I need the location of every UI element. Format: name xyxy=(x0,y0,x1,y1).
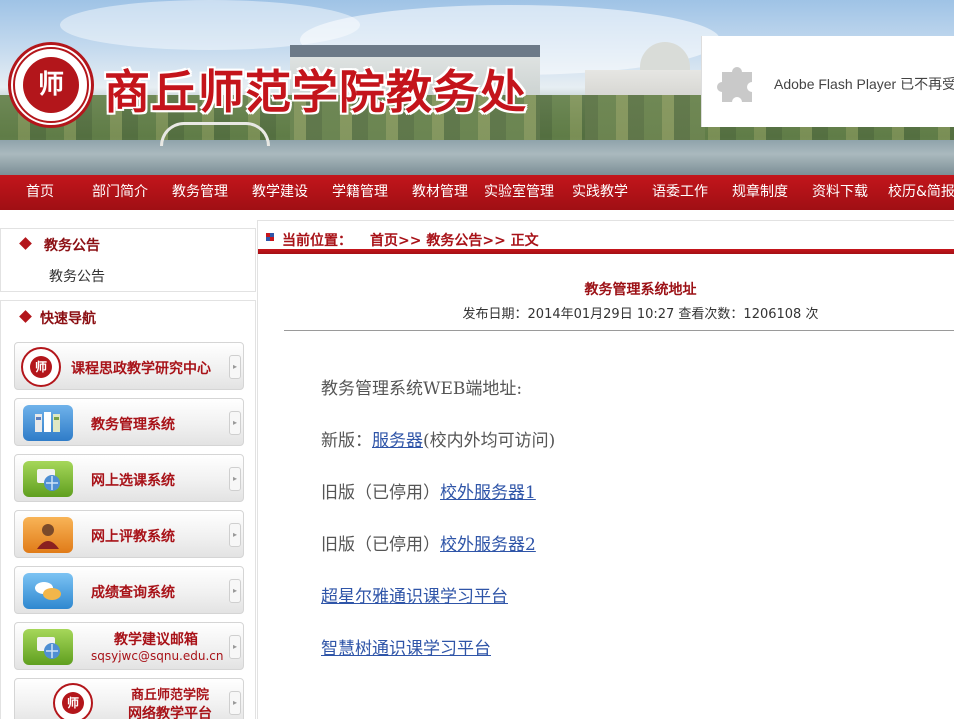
chevron-right-icon: ▸ xyxy=(229,467,241,491)
grid-icon xyxy=(266,233,274,241)
quick-link-suggestion-mailbox[interactable]: 教学建议邮箱 sqsyjwc@sqnu.edu.cn ▸ xyxy=(14,622,244,670)
chevron-right-icon: ▸ xyxy=(229,411,241,435)
article-title: 教务管理系统地址 xyxy=(584,282,697,298)
page: 师 商丘师范学院教务处 Adobe Flash Player 已不再受支持 首页… xyxy=(0,0,954,719)
school-seal-icon: 师 xyxy=(21,347,61,387)
breadcrumb-label: 当前位置： xyxy=(282,233,352,249)
sidebar: 教务公告 教务公告 快速导航 师 课程思政教学研究中心 ▸ 教务管理系统 ▸ 网… xyxy=(0,228,256,719)
breadcrumb: 当前位置： 首页>> 教务公告>> 正文 xyxy=(257,220,954,255)
quick-link-online-teaching-platform[interactable]: 师 商丘师范学院 网络教学平台 ▸ xyxy=(14,678,244,719)
quick-link-label: 教学建议邮箱 xyxy=(114,632,198,648)
quick-link-academic-system[interactable]: 教务管理系统 ▸ xyxy=(14,398,244,446)
nav-item-practice[interactable]: 实践教学 xyxy=(572,175,628,210)
nav-item-academic-affairs[interactable]: 教务管理 xyxy=(172,175,228,210)
nav-item-student-status[interactable]: 学籍管理 xyxy=(332,175,388,210)
notice-panel-title: 教务公告 xyxy=(19,235,100,255)
person-icon xyxy=(23,517,73,553)
chevron-right-icon: ▸ xyxy=(229,691,241,715)
school-logo[interactable]: 师 xyxy=(8,42,94,128)
quick-nav-panel: 快速导航 师 课程思政教学研究中心 ▸ 教务管理系统 ▸ 网上选课系统 ▸ 网上… xyxy=(0,300,256,719)
article-meta: 发布日期：2014年01月29日 10:27 查看次数：1206108 次 xyxy=(462,307,819,322)
chevron-right-icon: ▸ xyxy=(229,579,241,603)
quick-link-grade-query[interactable]: 成绩查询系统 ▸ xyxy=(14,566,244,614)
article-line-old-version-1: 旧版（已停用）校外服务器1 xyxy=(321,483,536,503)
quick-link-label: 商丘师范学院 xyxy=(130,688,209,703)
nav-item-teaching-construction[interactable]: 教学建设 xyxy=(252,175,308,210)
new-server-link[interactable]: 服务器 xyxy=(372,431,423,451)
flash-blocked-notice[interactable]: Adobe Flash Player 已不再受支持 xyxy=(701,36,954,127)
quick-nav-title: 快速导航 xyxy=(19,308,96,328)
flash-notice-text: Adobe Flash Player 已不再受支持 xyxy=(774,76,954,92)
breadcrumb-path[interactable]: 首页>> 教务公告>> 正文 xyxy=(370,230,539,250)
chat-icon xyxy=(23,573,73,609)
quick-link-label: 教务管理系统 xyxy=(91,417,175,433)
quick-link-course-selection[interactable]: 网上选课系统 ▸ xyxy=(14,454,244,502)
chevron-right-icon: ▸ xyxy=(229,523,241,547)
quick-link-email: sqsyjwc@sqnu.edu.cn xyxy=(91,649,224,663)
external-server-2-link[interactable]: 校外服务器2 xyxy=(440,535,536,555)
article-line-zhihuishu: 智慧树通识课学习平台 xyxy=(321,634,491,659)
banner-bridge xyxy=(160,122,270,146)
quick-link-label: 课程思政教学研究中心 xyxy=(71,361,211,377)
globe-icon xyxy=(23,461,73,497)
main-content: 当前位置： 首页>> 教务公告>> 正文 教务管理系统地址 发布日期：2014年… xyxy=(257,220,954,719)
chaoxing-platform-link[interactable]: 超星尔雅通识课学习平台 xyxy=(321,587,508,607)
notice-panel: 教务公告 教务公告 xyxy=(0,228,256,292)
nav-item-textbooks[interactable]: 教材管理 xyxy=(412,175,468,210)
puzzle-icon xyxy=(717,67,752,102)
quick-link-sublabel: 网络教学平台 xyxy=(128,706,212,719)
chevron-right-icon: ▸ xyxy=(229,635,241,659)
globe-icon xyxy=(23,629,73,665)
quick-link-ideological-center[interactable]: 师 课程思政教学研究中心 ▸ xyxy=(14,342,244,390)
nav-item-laboratory[interactable]: 实验室管理 xyxy=(484,175,554,210)
diamond-icon xyxy=(19,237,32,250)
chevron-right-icon: ▸ xyxy=(229,355,241,379)
logo-mark: 师 xyxy=(23,57,79,113)
school-seal-icon: 师 xyxy=(53,683,93,719)
nav-item-regulations[interactable]: 规章制度 xyxy=(732,175,788,210)
article-line-web-address: 教务管理系统WEB端地址: xyxy=(321,379,523,399)
article: 教务管理系统地址 发布日期：2014年01月29日 10:27 查看次数：120… xyxy=(257,254,954,719)
nav-item-calendar[interactable]: 校历&简报 xyxy=(888,175,954,210)
quick-link-label: 成绩查询系统 xyxy=(91,585,175,601)
banner-water xyxy=(0,140,954,175)
notice-link[interactable]: 教务公告 xyxy=(49,266,105,286)
main-nav: 首页 部门简介 教务管理 教学建设 学籍管理 教材管理 实验室管理 实践教学 语… xyxy=(0,175,954,210)
article-line-chaoxing: 超星尔雅通识课学习平台 xyxy=(321,582,508,607)
article-line-old-version-2: 旧版（已停用）校外服务器2 xyxy=(321,535,536,555)
quick-link-teaching-evaluation[interactable]: 网上评教系统 ▸ xyxy=(14,510,244,558)
quick-link-label: 网上评教系统 xyxy=(91,529,175,545)
article-line-new-version: 新版：服务器(校内外均可访问) xyxy=(321,431,556,451)
files-icon xyxy=(23,405,73,441)
zhihuishu-platform-link[interactable]: 智慧树通识课学习平台 xyxy=(321,639,491,659)
article-divider xyxy=(284,330,954,331)
nav-item-downloads[interactable]: 资料下载 xyxy=(812,175,868,210)
quick-link-label: 网上选课系统 xyxy=(91,473,175,489)
nav-item-home[interactable]: 首页 xyxy=(26,175,54,210)
external-server-1-link[interactable]: 校外服务器1 xyxy=(440,483,536,503)
nav-item-language-committee[interactable]: 语委工作 xyxy=(652,175,708,210)
site-title: 商丘师范学院教务处 xyxy=(104,65,527,119)
nav-item-about[interactable]: 部门简介 xyxy=(92,175,148,210)
diamond-icon xyxy=(19,310,32,323)
